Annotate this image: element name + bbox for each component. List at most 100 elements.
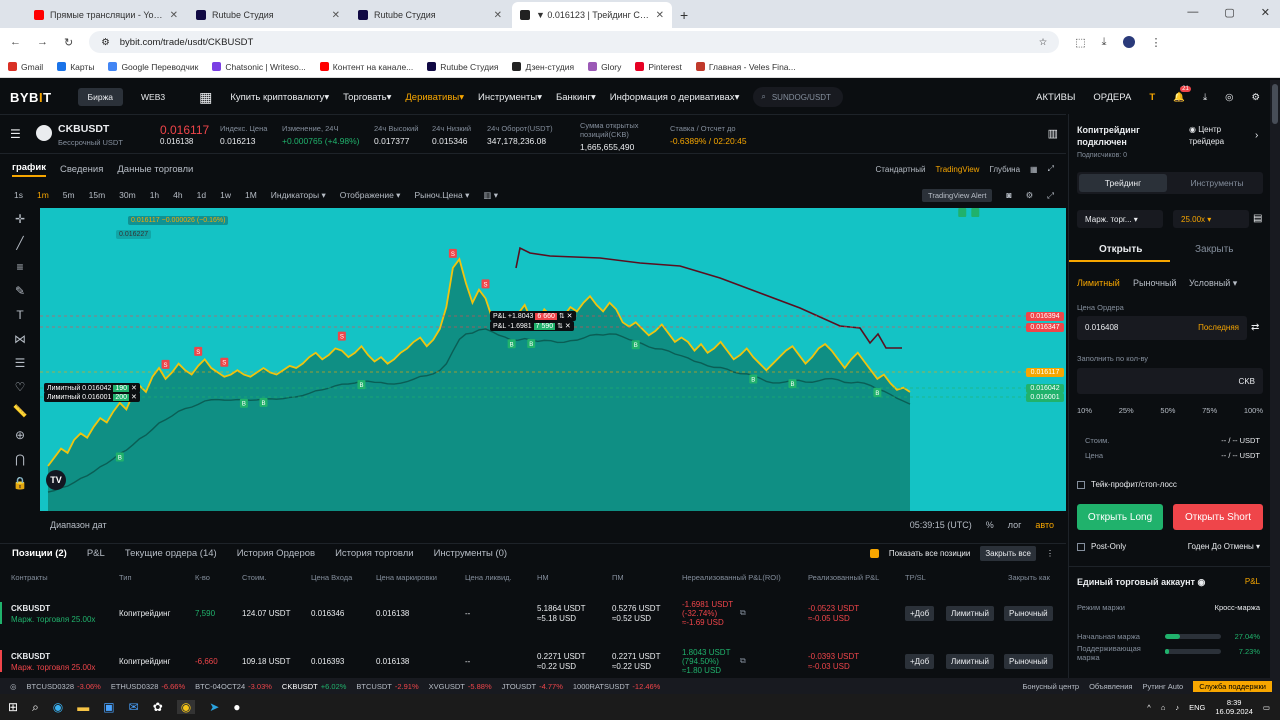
open-tab[interactable]: Открыть bbox=[1099, 244, 1142, 255]
nav-item[interactable]: Информация о деривативах▾ bbox=[610, 92, 740, 103]
chart-tab[interactable]: Данные торговли bbox=[117, 164, 193, 175]
page-scrollbar[interactable] bbox=[1270, 80, 1280, 678]
order-price-input[interactable]: 0.016408 Последняя bbox=[1077, 316, 1247, 340]
auto-toggle[interactable]: авто bbox=[1035, 520, 1054, 530]
new-tab-icon[interactable]: + bbox=[680, 2, 688, 28]
maximize-icon[interactable]: ▢ bbox=[1224, 6, 1234, 19]
notifications-icon[interactable]: ▭ bbox=[1263, 703, 1270, 712]
browser-tab[interactable]: Rutube Студия ✕ bbox=[350, 2, 510, 28]
percent-option[interactable]: 100% bbox=[1244, 406, 1263, 415]
close-market-button[interactable]: Рыночный bbox=[1004, 654, 1053, 669]
close-market-button[interactable]: Рыночный bbox=[1004, 606, 1053, 621]
reload-icon[interactable]: ↻ bbox=[64, 36, 73, 49]
windows-start-icon[interactable]: ⊞ bbox=[8, 700, 18, 714]
tab-close-icon[interactable]: ✕ bbox=[332, 10, 340, 21]
web3-pill[interactable]: WEB3 bbox=[131, 88, 175, 106]
interval-option[interactable]: 1m bbox=[37, 190, 49, 200]
positions-tab[interactable]: P&L bbox=[87, 548, 105, 559]
trader-center-link[interactable]: ◉ Центр трейдера bbox=[1189, 124, 1249, 148]
bookmark-item[interactable]: Gmail bbox=[8, 62, 43, 72]
assets-menu[interactable]: АКТИВЫ bbox=[1036, 92, 1075, 103]
footer-link[interactable]: Рутинг Auto bbox=[1142, 682, 1183, 691]
nav-item[interactable]: Торговать▾ bbox=[343, 92, 391, 103]
positions-tab[interactable]: История Ордеров bbox=[237, 548, 315, 559]
chart-view-option[interactable]: Стандартный bbox=[876, 165, 926, 174]
nav-item[interactable]: Купить криптовалюту▾ bbox=[230, 92, 329, 103]
tab-close-icon[interactable]: ✕ bbox=[170, 10, 178, 21]
footer-link[interactable]: Объявления bbox=[1089, 682, 1132, 691]
menu-icon[interactable]: ⋮ bbox=[1151, 36, 1162, 49]
bookmark-item[interactable]: Карты bbox=[57, 62, 94, 72]
interval-option[interactable]: 30m bbox=[119, 190, 136, 200]
footer-ticker-item[interactable]: ETHUSD0328 -6.66% bbox=[111, 682, 185, 691]
app-icon[interactable]: ✿ bbox=[153, 700, 163, 714]
interval-option[interactable]: 1d bbox=[197, 190, 206, 200]
add-tpsl-button[interactable]: +Доб bbox=[905, 654, 935, 669]
add-tpsl-button[interactable]: +Доб bbox=[905, 606, 935, 621]
chart-type-icon[interactable]: ▥ ▾ bbox=[483, 190, 498, 201]
settings-icon[interactable]: ⚙ bbox=[1251, 92, 1260, 103]
chart-view-option[interactable]: Глубина bbox=[989, 165, 1020, 174]
url-field[interactable]: ⚙ bybit.com/trade/usdt/CKBUSDT ☆ bbox=[89, 31, 1060, 53]
settings-icon[interactable]: ⚙ bbox=[1026, 190, 1034, 201]
browser-tab[interactable]: Rutube Студия ✕ bbox=[188, 2, 348, 28]
chevron-right-icon[interactable]: › bbox=[1255, 130, 1258, 141]
clock[interactable]: 8:39 16.09.2024 bbox=[1215, 698, 1253, 716]
share-icon[interactable]: ⧉ bbox=[740, 608, 746, 618]
interval-option[interactable]: 1h bbox=[150, 190, 159, 200]
apps-grid-icon[interactable]: ▦ bbox=[199, 89, 212, 106]
nav-item[interactable]: Инструменты▾ bbox=[478, 92, 542, 103]
extensions-icon[interactable]: ⬚ bbox=[1075, 36, 1085, 49]
bookmark-star-icon[interactable]: ☆ bbox=[1039, 37, 1048, 48]
close-all-button[interactable]: Закрыть все bbox=[980, 546, 1036, 561]
search-input[interactable]: ⌕ SUNDOG/USDT bbox=[753, 87, 844, 107]
orders-menu[interactable]: ОРДЕРА bbox=[1093, 92, 1131, 103]
heart-icon[interactable]: ♡ bbox=[15, 380, 26, 394]
download-icon[interactable]: ⤓ bbox=[1102, 36, 1107, 49]
date-range-dropdown[interactable]: Диапазон дат bbox=[50, 520, 107, 530]
tradingview-alert-button[interactable]: TradingView Alert bbox=[922, 188, 993, 202]
more-icon[interactable]: ⋮ bbox=[1046, 549, 1054, 558]
bell-icon[interactable]: 🔔 21 bbox=[1173, 85, 1191, 103]
footer-ticker-item[interactable]: JTOUSDT -4.77% bbox=[502, 682, 563, 691]
symbol-name[interactable]: CKBUSDT bbox=[58, 123, 123, 135]
close-limit-button[interactable]: Лимитный bbox=[946, 606, 994, 621]
conditional-order-type[interactable]: Условный ▾ bbox=[1189, 278, 1237, 289]
bookmark-item[interactable]: Chatsonic | Writeso... bbox=[212, 62, 306, 72]
fib-icon[interactable]: ≡ bbox=[16, 260, 23, 274]
interval-option[interactable]: 15m bbox=[89, 190, 106, 200]
post-only-checkbox[interactable]: Post-Only bbox=[1077, 542, 1126, 551]
camera-icon[interactable]: ◙ bbox=[1006, 190, 1011, 200]
bookmark-item[interactable]: Glory bbox=[588, 62, 621, 72]
footer-ticker-item[interactable]: BTCUSDT -2.91% bbox=[356, 682, 418, 691]
explorer-icon[interactable]: ▬ bbox=[77, 700, 89, 714]
percent-option[interactable]: 25% bbox=[1119, 406, 1134, 415]
bookmark-item[interactable]: Rutube Студия bbox=[427, 62, 498, 72]
prediction-icon[interactable]: ☰ bbox=[15, 356, 26, 370]
tools-tab[interactable]: Инструменты bbox=[1173, 174, 1261, 192]
exchange-pill[interactable]: Биржа bbox=[77, 88, 123, 106]
tab-close-icon[interactable]: ✕ bbox=[494, 10, 502, 21]
time-in-force-select[interactable]: Годен До Отмены ▾ bbox=[1188, 542, 1260, 551]
telegram-icon[interactable]: ➤ bbox=[209, 700, 219, 714]
eye-icon[interactable]: ◉ bbox=[1197, 577, 1205, 587]
minimize-icon[interactable]: — bbox=[1187, 6, 1198, 19]
nav-item[interactable]: Банкинг▾ bbox=[556, 92, 596, 103]
percent-toggle[interactable]: % bbox=[986, 520, 994, 530]
ruler-icon[interactable]: 📏 bbox=[13, 404, 28, 418]
back-icon[interactable]: ← bbox=[10, 36, 21, 48]
percent-option[interactable]: 50% bbox=[1160, 406, 1175, 415]
layout-icon[interactable]: ▦ bbox=[1030, 165, 1038, 174]
calculator-icon[interactable]: ▤ bbox=[1253, 213, 1262, 224]
positions-tab[interactable]: Инструменты (0) bbox=[434, 548, 508, 559]
price-chart[interactable]: S S S S S S B B B B B B B B B B B B 0.016117 −0.000026 (−… bbox=[40, 208, 1066, 511]
log-toggle[interactable]: лог bbox=[1008, 520, 1022, 530]
toolbar-dropdown[interactable]: Отображение ▾ bbox=[340, 190, 401, 201]
leverage-select[interactable]: 25.00x ▾ bbox=[1173, 210, 1249, 228]
footer-link[interactable]: Бонусный центр bbox=[1022, 682, 1079, 691]
bookmark-item[interactable]: Контент на канале... bbox=[319, 62, 413, 72]
footer-ticker-item[interactable]: 1000RATSUSDT -12.46% bbox=[573, 682, 660, 691]
price-swap-icon[interactable]: ⇄ bbox=[1251, 322, 1259, 333]
margin-mode-value[interactable]: Кросс-маржа bbox=[1215, 603, 1260, 612]
tpsl-checkbox[interactable]: Тейк-профит/стоп-лосс bbox=[1077, 480, 1177, 489]
